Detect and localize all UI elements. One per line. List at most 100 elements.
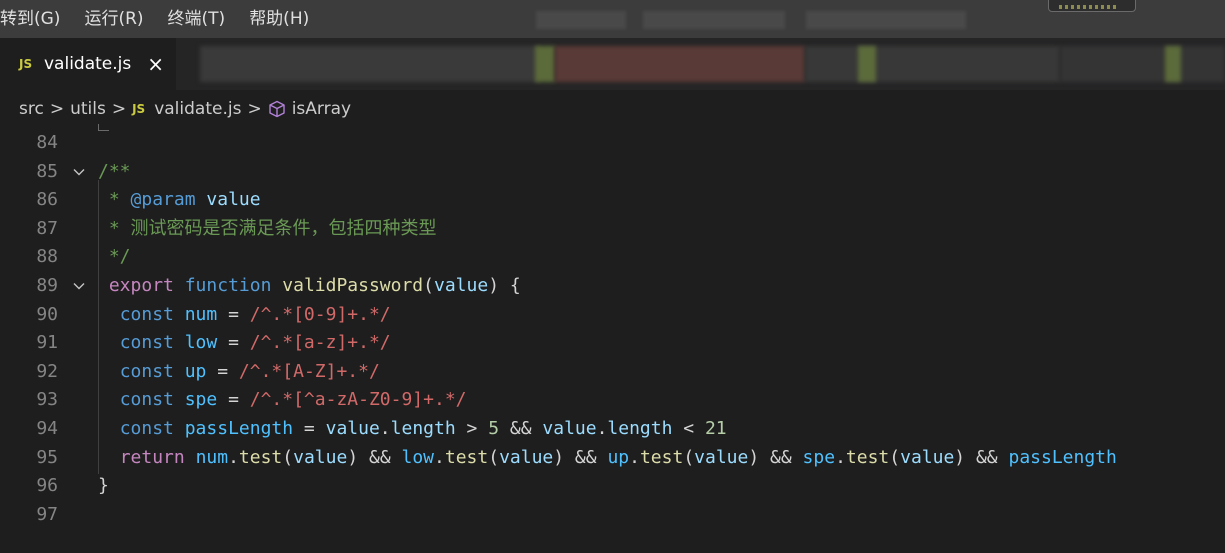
line-number: 94	[36, 418, 58, 439]
code-token: function	[184, 275, 272, 296]
code-token: validPassword	[282, 275, 424, 296]
code-line[interactable]: 91 const low = /^.*[a-z]+.*/	[0, 328, 1225, 357]
menu-terminal[interactable]: 终端(T)	[156, 0, 238, 38]
code-token: value	[325, 418, 380, 439]
line-number: 91	[36, 332, 58, 354]
tab-label: validate.js	[44, 54, 132, 74]
code-token: .	[434, 446, 445, 468]
code-token: low	[184, 332, 218, 354]
method-cube-icon	[268, 100, 286, 118]
code-line[interactable]: 96}	[0, 471, 1225, 500]
menu-bar: 转到(G) 运行(R) 终端(T) 帮助(H)	[0, 0, 1225, 38]
code-token: =	[206, 360, 239, 382]
code-token: * 测试密码是否满足条件，包括四种类型	[98, 217, 437, 239]
code-token: value	[499, 446, 554, 468]
code-line[interactable]: 86 * @param value	[0, 185, 1225, 214]
breadcrumb-symbol[interactable]: isArray	[292, 99, 351, 119]
code-token: const	[119, 389, 174, 411]
redacted-title	[536, 11, 626, 29]
code-token: length	[607, 418, 673, 439]
code-line[interactable]: 95 return num.test(value) && low.test(va…	[0, 443, 1225, 472]
code-line[interactable]: 85 /**	[0, 157, 1225, 186]
code-token: spe	[184, 389, 218, 411]
line-number: 95	[36, 446, 58, 468]
code-line[interactable]: 93 const spe = /^.*[^a-zA-Z0-9]+.*/	[0, 385, 1225, 414]
code-text: const num = /^.*[0-9]+.*/	[98, 300, 391, 329]
redacted-tabs	[805, 46, 1060, 82]
line-number: 97	[36, 503, 58, 525]
code-token: return	[119, 446, 185, 468]
code-token: >	[455, 418, 489, 439]
menu-help[interactable]: 帮助(H)	[237, 0, 321, 38]
code-token: =	[217, 389, 250, 411]
code-token: (	[488, 446, 500, 468]
code-token: value	[900, 446, 955, 468]
code-line[interactable]: 88 */	[0, 242, 1225, 271]
code-text: }	[98, 471, 109, 500]
code-token: .	[228, 446, 239, 468]
code-text: return num.test(value) && low.test(value…	[98, 443, 1117, 472]
code-token: =	[217, 332, 250, 354]
breadcrumb-file[interactable]: validate.js	[154, 99, 241, 119]
layout-control-icon[interactable]	[1048, 0, 1136, 12]
code-text: export function validPassword(value) {	[98, 271, 521, 300]
code-token: value	[694, 446, 749, 468]
code-line[interactable]: 90 const num = /^.*[0-9]+.*/	[0, 300, 1225, 329]
code-token: /**	[98, 160, 131, 182]
code-line[interactable]: 87 * 测试密码是否满足条件，包括四种类型	[0, 214, 1225, 243]
code-line[interactable]: 94 const passLength = value.length > 5 &…	[0, 414, 1225, 443]
code-token: ) &&	[954, 446, 1009, 468]
code-token: test	[639, 446, 684, 468]
code-line[interactable]: 97	[0, 500, 1225, 529]
code-token: const	[119, 332, 174, 354]
line-number: 89	[36, 275, 58, 296]
code-token: 5	[488, 418, 500, 439]
code-token: spe	[802, 446, 836, 468]
code-text: * 测试密码是否满足条件，包括四种类型	[98, 214, 437, 243]
menu-goto[interactable]: 转到(G)	[0, 0, 72, 38]
code-token: ) &&	[553, 446, 608, 468]
line-number: 86	[36, 189, 58, 211]
code-text: const spe = /^.*[^a-zA-Z0-9]+.*/	[98, 385, 467, 414]
code-token: 21	[704, 418, 727, 439]
code-token: .	[379, 418, 391, 439]
javascript-file-icon: JS	[132, 102, 146, 116]
tab-bar: JS validate.js ×	[0, 38, 1225, 90]
code-token: .	[596, 418, 608, 439]
close-icon[interactable]: ×	[147, 54, 164, 74]
redacted-tabs	[858, 46, 876, 82]
menu-run[interactable]: 运行(R)	[72, 0, 155, 38]
redacted-tabs	[555, 46, 805, 82]
code-token: passLength	[1008, 446, 1117, 468]
line-number: 90	[36, 303, 58, 325]
code-line[interactable]: 84	[0, 128, 1225, 157]
chevron-down-icon[interactable]	[72, 165, 86, 179]
code-line[interactable]: 92 const up = /^.*[A-Z]+.*/	[0, 357, 1225, 386]
code-token: value	[542, 418, 597, 439]
tab-validate-js[interactable]: JS validate.js ×	[0, 38, 176, 90]
code-token: &&	[499, 418, 543, 439]
redacted-tabs	[535, 46, 555, 82]
code-token: up	[184, 360, 207, 382]
code-token: <	[672, 418, 705, 439]
code-token: up	[607, 446, 630, 468]
breadcrumb-src[interactable]: src	[19, 99, 44, 119]
code-line[interactable]: 89 export function validPassword(value) …	[0, 271, 1225, 300]
code-token: num	[184, 303, 218, 325]
breadcrumb-utils[interactable]: utils	[70, 99, 106, 119]
code-token: *	[98, 189, 131, 211]
chevron-right-icon: >	[49, 99, 65, 119]
code-editor[interactable]: 84 85/** 86 * @param value 87 * 测试密码是否满足条件，…	[0, 128, 1225, 553]
code-token: ) &&	[347, 446, 402, 468]
chevron-down-icon[interactable]	[72, 279, 86, 293]
code-text: /**	[98, 157, 131, 186]
